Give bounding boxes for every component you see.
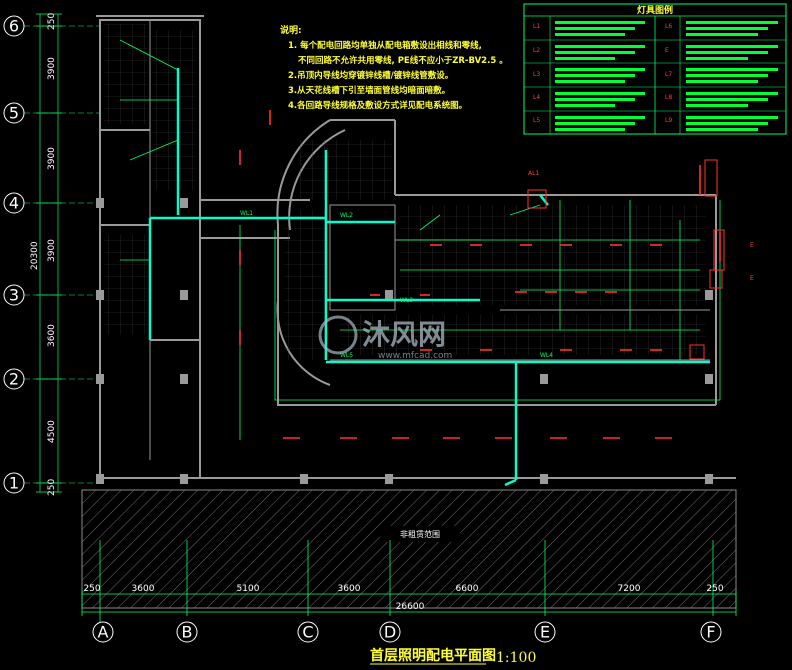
svg-text:WL4: WL4 bbox=[540, 352, 553, 359]
lighting-plan-drawing: 6 5 4 3 2 1 250 3900 3900 3900 3600 4500… bbox=[3, 3, 787, 666]
dim-total-text: 26600 bbox=[396, 602, 425, 612]
watermark-url: www.mfcad.com bbox=[378, 351, 452, 361]
svg-text:WL2: WL2 bbox=[340, 212, 353, 219]
svg-text:WL3: WL3 bbox=[400, 297, 413, 304]
grid-column-axis: A B C D E F bbox=[92, 616, 722, 643]
dim-text: 3600 bbox=[338, 584, 361, 594]
grid-bubble-row-5: 5 bbox=[3, 102, 25, 124]
note-line: 3.从天花线槽下引至墙面管线均暗面暗敷。 bbox=[288, 85, 450, 96]
grid-bubble-row-2: 2 bbox=[3, 368, 25, 390]
notes-title: 说明: bbox=[280, 24, 302, 36]
legend-code: L8 bbox=[665, 94, 672, 101]
grid-label: 2 bbox=[9, 370, 19, 389]
row-dimension-chain: 250 3900 3900 3900 3600 4500 250 20300 bbox=[30, 13, 62, 496]
non-scope-label: 非租赁范围 bbox=[400, 529, 440, 539]
watermark: 沐风网 www.mfcad.com bbox=[318, 315, 452, 361]
legend-code: L3 bbox=[533, 71, 540, 78]
fixture-legend: 灯具图例 L1 L2 L3 L4 L5 L6 E L7 L8 L9 bbox=[523, 3, 787, 135]
watermark-brand: 沐风网 bbox=[362, 318, 446, 351]
dim-total-text: 20300 bbox=[30, 241, 40, 270]
drawing-scale: 1:100 bbox=[496, 650, 536, 666]
dim-text: 3600 bbox=[47, 324, 57, 347]
dim-text: 250 bbox=[706, 584, 723, 594]
grid-label: A bbox=[98, 623, 109, 642]
grid-bubble-col-F: F bbox=[700, 621, 722, 643]
legend-code: L9 bbox=[665, 117, 672, 124]
dim-text: 3900 bbox=[47, 57, 57, 80]
dim-text: 5100 bbox=[237, 584, 260, 594]
grid-bubble-col-A: A bbox=[92, 616, 114, 643]
dim-text: 250 bbox=[47, 13, 57, 30]
grid-label: 4 bbox=[9, 194, 19, 213]
grid-bubble-col-D: D bbox=[379, 621, 401, 643]
grid-label: E bbox=[540, 623, 550, 642]
legend-code: L7 bbox=[665, 71, 672, 78]
drawing-title-block: 首层照明配电平面图 1:100 bbox=[370, 647, 536, 666]
note-line: 4.各回路导线规格及敷设方式详见配电系统图。 bbox=[288, 100, 467, 111]
drawing-title: 首层照明配电平面图 bbox=[370, 647, 496, 664]
dim-text: 7200 bbox=[618, 584, 641, 594]
grid-label: B bbox=[182, 623, 193, 642]
dim-text: 3600 bbox=[132, 584, 155, 594]
note-line: 2.吊顶内导线均穿镀锌线槽/镀锌线管敷设。 bbox=[288, 70, 453, 81]
grid-label: 6 bbox=[9, 17, 19, 36]
design-notes: 说明: 1. 每个配电回路均单独从配电箱敷设出相线和零线, 不同回路不允许共用零… bbox=[280, 24, 508, 111]
grid-bubble-col-B: B bbox=[176, 621, 198, 643]
dim-text: 6600 bbox=[456, 584, 479, 594]
grid-bubble-row-3: 3 bbox=[3, 284, 25, 306]
dim-text: 4500 bbox=[47, 420, 57, 443]
svg-text:E: E bbox=[750, 242, 754, 249]
dim-text: 250 bbox=[83, 584, 100, 594]
dim-text: 3900 bbox=[47, 239, 57, 262]
grid-label: C bbox=[302, 623, 313, 642]
legend-title: 灯具图例 bbox=[637, 4, 673, 16]
dim-text: 3900 bbox=[47, 147, 57, 170]
note-line: 1. 每个配电回路均单独从配电箱敷设出相线和零线, bbox=[288, 40, 482, 51]
legend-code: L1 bbox=[533, 23, 540, 30]
note-line: 不同回路不允许共用零线, PE线不应小于ZR-BV2.5 。 bbox=[298, 55, 508, 66]
grid-bubble-row-6: 6 bbox=[3, 15, 25, 37]
grid-label: 1 bbox=[9, 474, 19, 493]
svg-text:E: E bbox=[750, 275, 754, 282]
grid-bubble-row-4: 4 bbox=[3, 192, 25, 214]
grid-label: 5 bbox=[9, 104, 19, 123]
svg-text:WL1: WL1 bbox=[240, 210, 253, 217]
grid-bubble-col-E: E bbox=[534, 621, 556, 643]
legend-code: L2 bbox=[533, 47, 540, 54]
legend-code: L4 bbox=[533, 94, 540, 101]
dim-text: 250 bbox=[47, 479, 57, 496]
legend-code: L5 bbox=[533, 117, 540, 124]
legend-code: L6 bbox=[665, 23, 672, 30]
grid-bubble-row-1: 1 bbox=[3, 472, 25, 494]
grid-label: 3 bbox=[9, 286, 19, 305]
grid-label: F bbox=[706, 623, 715, 642]
svg-text:AL1: AL1 bbox=[528, 170, 539, 177]
grid-label: D bbox=[384, 623, 396, 642]
legend-code: E bbox=[665, 47, 669, 54]
grid-bubble-col-C: C bbox=[297, 621, 319, 643]
